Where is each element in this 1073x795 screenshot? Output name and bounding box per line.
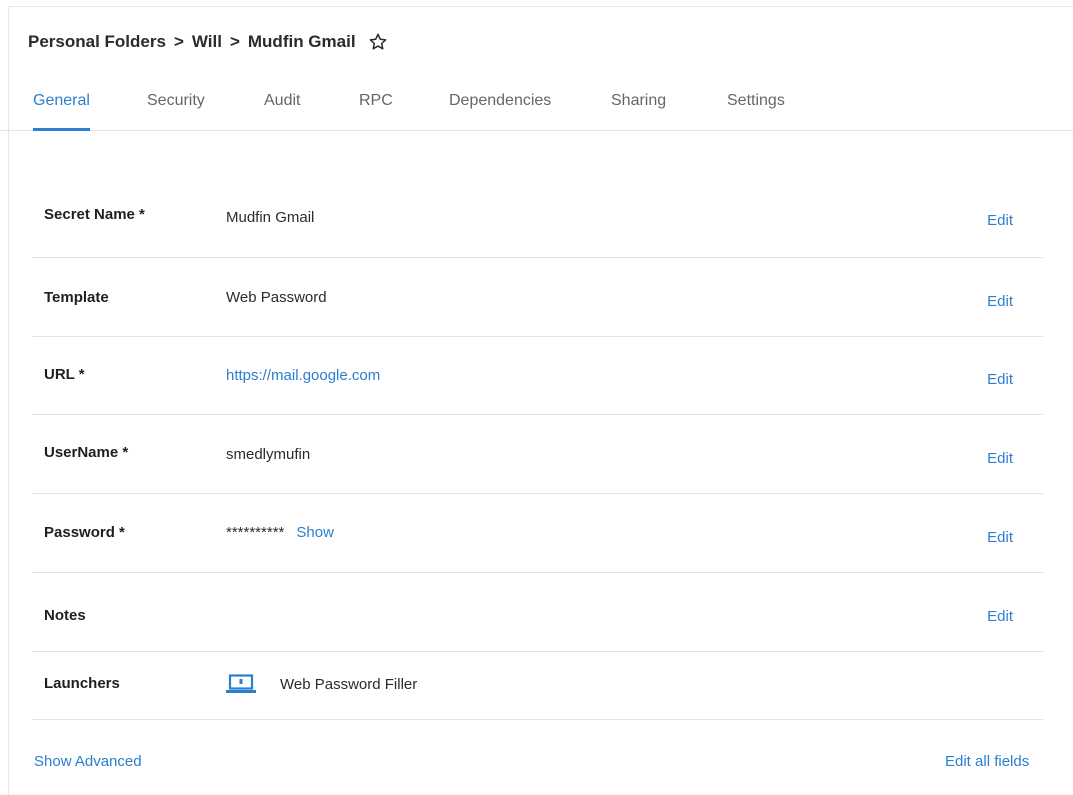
laptop-icon[interactable] xyxy=(226,674,256,694)
edit-url-button[interactable]: Edit xyxy=(987,371,1013,388)
launcher-name[interactable]: Web Password Filler xyxy=(280,676,417,693)
launcher-item: Web Password Filler xyxy=(226,674,417,694)
field-row-url: URL * https://mail.google.com Edit xyxy=(32,337,1043,415)
field-row-notes: Notes Edit xyxy=(32,573,1043,652)
tab-settings[interactable]: Settings xyxy=(727,92,785,130)
field-row-password: Password * ********** Show Edit xyxy=(32,494,1043,573)
field-label: Notes xyxy=(44,607,86,624)
password-value: ********** Show xyxy=(226,524,334,541)
breadcrumb: Personal Folders > Will > Mudfin Gmail xyxy=(28,30,388,54)
secret-name-value: Mudfin Gmail xyxy=(226,209,315,226)
breadcrumb-item-personal-folders[interactable]: Personal Folders xyxy=(28,32,166,52)
field-row-template: Template Web Password Edit xyxy=(32,258,1043,337)
edit-notes-button[interactable]: Edit xyxy=(987,608,1013,625)
field-row-launchers: Launchers Web Password Filler xyxy=(32,652,1043,720)
page-title: Mudfin Gmail xyxy=(247,32,356,51)
show-password-link[interactable]: Show xyxy=(296,524,334,541)
template-value: Web Password xyxy=(226,289,327,306)
field-label: Password * xyxy=(44,524,125,541)
edit-all-fields-link[interactable]: Edit all fields xyxy=(945,753,1029,770)
tab-rpc[interactable]: RPC xyxy=(359,92,393,130)
breadcrumb-separator: > xyxy=(173,32,184,51)
tab-sharing[interactable]: Sharing xyxy=(611,92,666,130)
field-label: Launchers xyxy=(44,675,120,692)
field-label: URL * xyxy=(44,366,85,383)
show-advanced-link[interactable]: Show Advanced xyxy=(34,753,142,770)
url-link[interactable]: https://mail.google.com xyxy=(226,367,380,384)
tab-security[interactable]: Security xyxy=(147,92,205,130)
tab-dependencies[interactable]: Dependencies xyxy=(449,92,551,130)
username-value: smedlymufin xyxy=(226,446,311,463)
field-label: UserName * xyxy=(44,444,129,461)
field-label: Secret Name * xyxy=(44,206,145,223)
secret-fields: Secret Name * Mudfin Gmail Edit Template… xyxy=(32,178,1043,720)
tab-general[interactable]: General xyxy=(33,92,90,131)
star-outline-icon[interactable] xyxy=(368,32,388,52)
password-mask: ********** xyxy=(226,524,285,541)
field-label: Template xyxy=(44,289,109,306)
edit-password-button[interactable]: Edit xyxy=(987,529,1013,546)
edit-username-button[interactable]: Edit xyxy=(987,450,1013,467)
breadcrumb-separator: > xyxy=(229,32,240,51)
field-row-username: UserName * smedlymufin Edit xyxy=(32,415,1043,494)
tab-audit[interactable]: Audit xyxy=(264,92,300,130)
tab-bar: General Security Audit RPC Dependencies … xyxy=(0,84,1073,131)
field-row-secret-name: Secret Name * Mudfin Gmail Edit xyxy=(32,178,1043,258)
edit-secret-name-button[interactable]: Edit xyxy=(987,212,1013,229)
breadcrumb-item-will[interactable]: Will xyxy=(192,32,222,52)
edit-template-button[interactable]: Edit xyxy=(987,293,1013,310)
